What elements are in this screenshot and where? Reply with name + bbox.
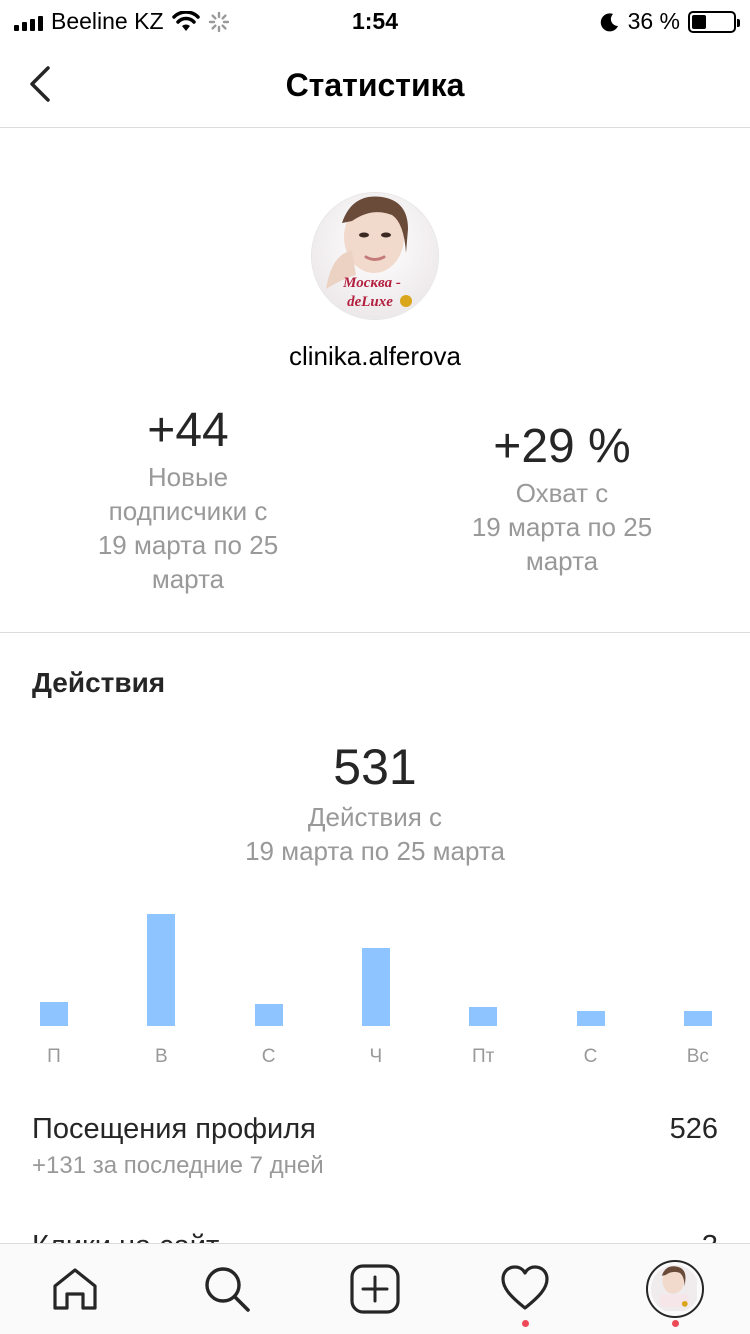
chart-day-label: Ч bbox=[369, 1046, 383, 1067]
chart-day-label: Вс bbox=[686, 1046, 709, 1067]
new-followers-label-line: Новые bbox=[147, 462, 229, 492]
search-icon bbox=[205, 1267, 250, 1312]
tab-bar bbox=[0, 1243, 750, 1334]
chart-bar bbox=[683, 1010, 712, 1026]
home-icon bbox=[53, 1268, 97, 1310]
username: clinika.alferova bbox=[289, 341, 461, 371]
chart-bar bbox=[576, 1010, 605, 1026]
website-clicks-row[interactable]: Клики на сайт 3 bbox=[32, 1228, 718, 1244]
chart-bar bbox=[361, 947, 390, 1026]
chart-bar bbox=[254, 1004, 283, 1026]
chart-day-label: В bbox=[154, 1046, 168, 1067]
tab-new-post[interactable] bbox=[348, 1262, 402, 1316]
chart-day-label: С bbox=[261, 1046, 276, 1067]
battery-percent: 36 % bbox=[627, 8, 680, 34]
chart-day-label: Пт bbox=[472, 1046, 495, 1067]
website-clicks-label: Клики на сайт bbox=[32, 1230, 219, 1244]
new-followers-label-line: подписчики с bbox=[108, 496, 268, 526]
new-followers-label-line: марта bbox=[151, 564, 225, 594]
actions-total: 531 bbox=[333, 739, 417, 795]
actions-subtitle: Действия с 19 марта по 25 марта bbox=[0, 800, 750, 868]
tab-search[interactable] bbox=[200, 1262, 254, 1316]
activity-notification-dot bbox=[522, 1320, 529, 1327]
chart-day-label: П bbox=[47, 1046, 61, 1067]
tab-activity[interactable] bbox=[498, 1262, 552, 1316]
moon-icon bbox=[600, 12, 618, 31]
new-post-icon bbox=[350, 1264, 400, 1314]
profile-avatar: Москва - deLuxe bbox=[311, 192, 439, 320]
avatar-logo-text-1: Москва - bbox=[342, 275, 401, 291]
actions-subtitle-line: 19 марта по 25 марта bbox=[245, 836, 505, 866]
reach-label-line: марта bbox=[525, 546, 599, 576]
section-divider bbox=[0, 632, 750, 633]
new-followers-value: +44 bbox=[147, 404, 229, 457]
profile-notification-dot bbox=[672, 1320, 679, 1327]
status-bar: Beeline KZ 1:54 36 % bbox=[0, 0, 750, 40]
actions-section-title: Действия bbox=[32, 667, 166, 698]
chart-day-label: С bbox=[583, 1046, 598, 1067]
battery-icon bbox=[688, 10, 740, 33]
chart-bar bbox=[469, 1006, 498, 1026]
heart-icon bbox=[501, 1265, 549, 1310]
avatar-logo-text-2: deLuxe bbox=[347, 294, 393, 310]
actions-bar-chart: П В С Ч Пт С Вс bbox=[0, 900, 750, 1070]
website-clicks-value: 3 bbox=[702, 1230, 718, 1244]
profile-visits-sub: +131 за последние 7 дней bbox=[32, 1152, 324, 1179]
new-followers-label-line: 19 марта по 25 bbox=[97, 530, 279, 560]
tab-profile[interactable] bbox=[646, 1260, 704, 1318]
reach-value: +29 % bbox=[493, 420, 631, 473]
actions-subtitle-line: Действия с bbox=[307, 802, 443, 832]
profile-visits-label: Посещения профиля bbox=[32, 1113, 316, 1145]
reach-stat: +29 % Охват с 19 марта по 25 марта bbox=[442, 418, 682, 578]
profile-avatar-small bbox=[651, 1265, 699, 1313]
tab-home[interactable] bbox=[48, 1262, 102, 1316]
page-title: Статистика bbox=[285, 67, 465, 103]
navigation-bar: Статистика bbox=[0, 40, 750, 128]
reach-label-line: Охват с bbox=[515, 478, 609, 508]
new-followers-stat: +44 Новые подписчики с 19 марта по 25 ма… bbox=[68, 402, 308, 596]
chart-bar bbox=[40, 1001, 68, 1026]
reach-label-line: 19 марта по 25 bbox=[471, 512, 653, 542]
profile-visits-row[interactable]: Посещения профиля 526 +131 за последние … bbox=[32, 1113, 718, 1180]
chart-bar bbox=[147, 914, 176, 1026]
profile-visits-value: 526 bbox=[669, 1113, 718, 1145]
